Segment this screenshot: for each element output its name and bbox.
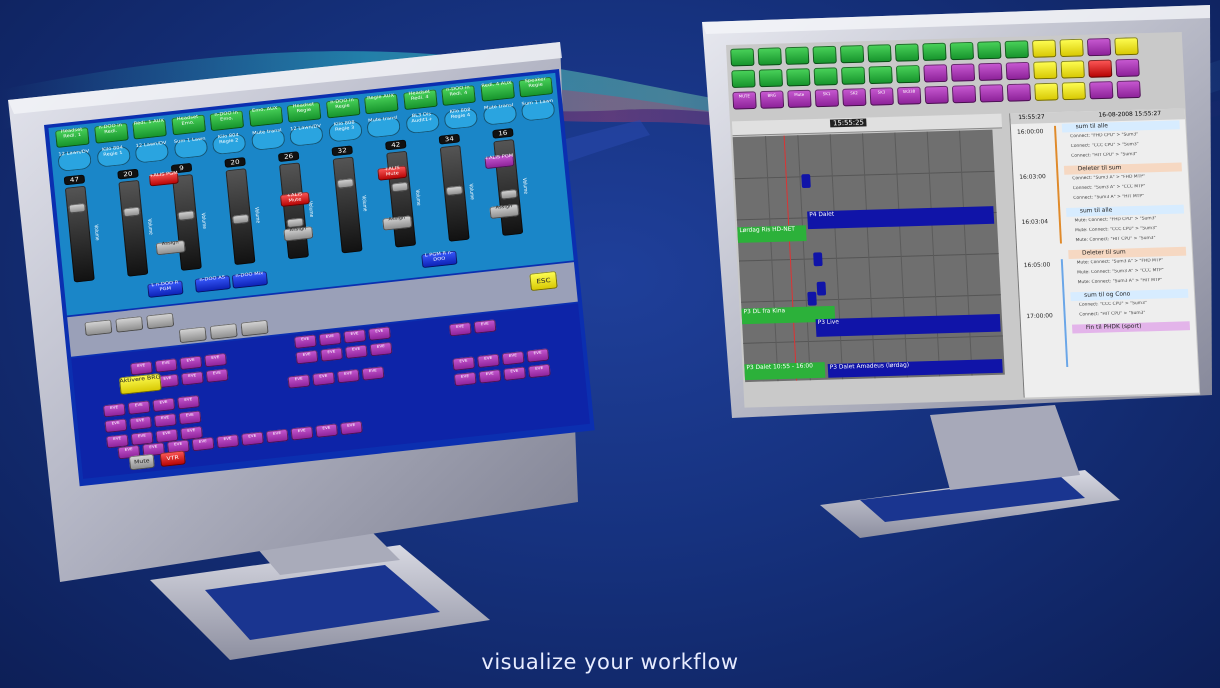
- source-button[interactable]: [1004, 40, 1029, 59]
- source-button[interactable]: SK338: [896, 86, 922, 105]
- source-button[interactable]: [1087, 59, 1113, 78]
- event-time: 16:03:00: [1019, 173, 1046, 181]
- timeline-block[interactable]: P3 Dalet Amadeus (lørdag): [827, 359, 1003, 378]
- source-button[interactable]: Mute: [787, 89, 812, 108]
- source-button[interactable]: [977, 41, 1002, 60]
- source-button[interactable]: [895, 64, 921, 84]
- source-button[interactable]: [1086, 37, 1112, 57]
- source-button[interactable]: [757, 47, 782, 66]
- source-button[interactable]: [1060, 60, 1085, 79]
- source-button[interactable]: [785, 46, 810, 65]
- event-item[interactable]: Connect: "Sum3 A" > "HIT MTP": [1073, 193, 1186, 204]
- source-button[interactable]: [1006, 83, 1032, 102]
- event-time: 16:00:00: [1016, 128, 1044, 136]
- source-button[interactable]: [923, 64, 948, 83]
- panel-time: 15:55:27: [1018, 113, 1045, 122]
- source-button[interactable]: [894, 43, 920, 62]
- source-button[interactable]: [786, 68, 811, 87]
- source-button[interactable]: [1115, 58, 1140, 78]
- timeline-block[interactable]: P4 Dalet: [807, 206, 995, 230]
- source-button[interactable]: [867, 44, 892, 63]
- event-time: 17:00:00: [1026, 312, 1054, 321]
- event-time: 16:05:00: [1023, 261, 1051, 270]
- source-button[interactable]: [979, 84, 1004, 103]
- source-button[interactable]: SK1: [814, 88, 840, 108]
- source-button[interactable]: [1059, 38, 1084, 58]
- panel-date: 16-08-2008 15:55:27: [1098, 110, 1162, 119]
- timeline-marker[interactable]: [807, 291, 817, 306]
- timeline-marker[interactable]: [816, 281, 827, 296]
- timeline-block[interactable]: Lørdag Ris HD-NET: [737, 225, 807, 243]
- source-button[interactable]: [950, 63, 976, 82]
- timeline-block[interactable]: P3 Dalet 10:55 - 16:00: [744, 362, 826, 381]
- source-button[interactable]: [1033, 61, 1058, 80]
- timeline-block[interactable]: P3 Live: [815, 313, 1001, 337]
- event-panel: 15:55:27 16-08-2008 15:55:27 16:00:00 16:…: [1009, 108, 1200, 398]
- event-group-title[interactable]: Fin til PHDK (sport): [1071, 321, 1191, 334]
- scene: Headset Redi. 1 n-DOO in Redi. Redi. 1 AUX…: [0, 0, 1220, 688]
- source-button[interactable]: [1116, 80, 1141, 99]
- source-button[interactable]: SK3: [869, 87, 894, 106]
- source-button[interactable]: [1114, 37, 1139, 56]
- source-button[interactable]: [758, 68, 784, 88]
- timeline-marker[interactable]: [813, 252, 823, 267]
- source-button[interactable]: [1034, 82, 1059, 101]
- source-button[interactable]: SK2: [842, 88, 867, 107]
- source-button[interactable]: [1089, 81, 1114, 100]
- source-button[interactable]: [840, 66, 866, 85]
- clock-display: 15:55:25: [829, 118, 868, 128]
- source-button[interactable]: [922, 42, 947, 61]
- event-bracket: [1060, 259, 1069, 367]
- source-button[interactable]: [951, 84, 977, 104]
- event-item[interactable]: Mute: Connect: "Sum3 A" > "HIT MTP": [1078, 277, 1191, 288]
- source-button[interactable]: [812, 45, 837, 65]
- source-button[interactable]: MUTE: [732, 91, 757, 110]
- source-button[interactable]: [978, 62, 1003, 81]
- event-item[interactable]: Mute: Connect: "HIT CPU" > "Sum3": [1075, 235, 1188, 246]
- timeline-grid: Lørdag Ris HD-NET P4 Dalet P3 DL fra Kina P…: [732, 129, 1005, 383]
- source-button[interactable]: [730, 48, 755, 67]
- timeline-marker[interactable]: [801, 174, 811, 189]
- source-button[interactable]: [813, 67, 838, 86]
- source-button[interactable]: [924, 85, 949, 105]
- source-button[interactable]: [1005, 61, 1031, 81]
- source-button[interactable]: [1061, 81, 1087, 101]
- event-item[interactable]: Connect: "HIT CPU" > "Sum3": [1071, 151, 1184, 162]
- scheduler-panel: MUTE BRG Mute SK1 SK2 SK3 SK338 15:55:25 Lørda…: [726, 31, 1201, 408]
- source-button[interactable]: [1031, 39, 1057, 58]
- source-button[interactable]: [868, 65, 893, 85]
- event-item[interactable]: Connect: "HIT CPU" > "Sum3": [1079, 309, 1192, 320]
- tagline: visualize your workflow: [481, 650, 739, 674]
- event-bracket: [1054, 125, 1062, 244]
- source-button[interactable]: [731, 69, 756, 89]
- source-button[interactable]: [949, 41, 975, 61]
- source-button[interactable]: [839, 45, 865, 64]
- event-time: 16:03:04: [1021, 218, 1049, 226]
- source-button[interactable]: BRG: [759, 90, 785, 109]
